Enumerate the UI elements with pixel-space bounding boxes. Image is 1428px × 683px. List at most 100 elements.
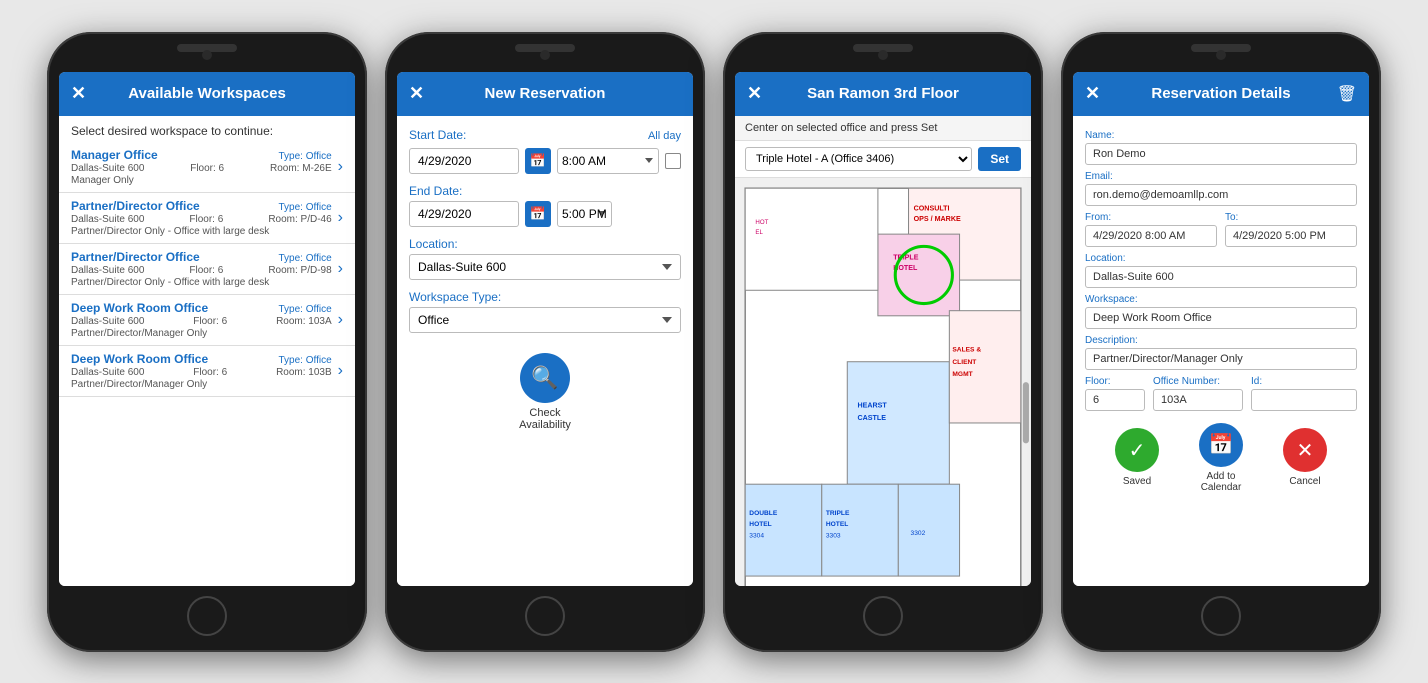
location-select[interactable]: Dallas-Suite 600 — [409, 254, 681, 280]
phone-3-content: Center on selected office and press Set … — [735, 116, 1031, 586]
ws-list-item[interactable]: Partner/Director Office Type: Office Dal… — [59, 244, 355, 295]
start-time-select[interactable]: 8:00 AM — [557, 148, 659, 174]
close-icon-2[interactable]: ✕ — [409, 83, 433, 104]
all-day-label[interactable]: All day — [648, 130, 681, 142]
phone-2-content: Start Date: All day 📅 8:00 AM — [397, 116, 693, 586]
ws-item-chevron-icon: › — [338, 209, 343, 227]
workspace-input[interactable] — [1085, 307, 1357, 329]
map-office-select-row: Triple Hotel - A (Office 3406) Set — [735, 141, 1031, 178]
map-hint: Center on selected office and press Set — [735, 116, 1031, 141]
end-date-input[interactable] — [409, 201, 519, 227]
floor-col: Floor: — [1085, 370, 1145, 411]
phone-3-home-btn[interactable] — [863, 596, 903, 636]
phone-1-home-btn[interactable] — [187, 596, 227, 636]
svg-text:HOT: HOT — [755, 218, 768, 225]
ws-item-chevron-icon: › — [338, 260, 343, 278]
new-reservation-form: Start Date: All day 📅 8:00 AM — [397, 116, 693, 463]
ws-list-item[interactable]: Manager Office Type: Office Dallas-Suite… — [59, 142, 355, 193]
saved-button[interactable]: ✓ — [1115, 428, 1159, 472]
phone-4-content: Name: Email: From: To: — [1073, 116, 1369, 586]
map-office-select[interactable]: Triple Hotel - A (Office 3406) — [745, 147, 972, 171]
phone-3-header: ✕ San Ramon 3rd Floor — [735, 72, 1031, 116]
add-calendar-btn-wrap: 📅 Add toCalendar — [1199, 423, 1243, 493]
ws-item-floor: Floor: 6 — [189, 214, 223, 225]
ws-item-type: Type: Office — [278, 304, 331, 315]
end-date-calendar-icon[interactable]: 📅 — [525, 201, 551, 227]
id-input[interactable] — [1251, 389, 1357, 411]
to-input[interactable] — [1225, 225, 1357, 247]
close-icon-1[interactable]: ✕ — [71, 83, 95, 104]
ws-item-location: Dallas-Suite 600 — [71, 316, 144, 327]
svg-text:3303: 3303 — [826, 532, 841, 539]
from-col: From: — [1085, 206, 1217, 247]
floor-map: CONSULTI OPS / MARKE TRIPLE HOTEL H — [735, 178, 1031, 586]
ws-list-item[interactable]: Partner/Director Office Type: Office Dal… — [59, 193, 355, 244]
ws-item-floor: Floor: 6 — [189, 265, 223, 276]
ws-item-room: Room: M-26E — [270, 163, 332, 174]
phones-container: ✕ Available Workspaces Select desired wo… — [47, 32, 1381, 652]
name-input[interactable] — [1085, 143, 1357, 165]
office-num-label: Office Number: — [1153, 376, 1243, 387]
ws-item-chevron-icon: › — [338, 311, 343, 329]
phone-4-title: Reservation Details — [1109, 85, 1333, 102]
ws-item-name: Partner/Director Office — [71, 250, 200, 264]
ws-item-location: Dallas-Suite 600 — [71, 265, 144, 276]
add-calendar-button[interactable]: 📅 — [1199, 423, 1243, 467]
from-input[interactable] — [1085, 225, 1217, 247]
floor-office-id-row: Floor: Office Number: Id: — [1085, 370, 1357, 411]
detail-location-input[interactable] — [1085, 266, 1357, 288]
ws-list-item[interactable]: Deep Work Room Office Type: Office Dalla… — [59, 295, 355, 346]
workspace-type-select[interactable]: Office — [409, 307, 681, 333]
cancel-btn-wrap: ✕ Cancel — [1283, 428, 1327, 487]
start-date-calendar-icon[interactable]: 📅 — [525, 148, 551, 174]
reservation-details-form: Name: Email: From: To: — [1073, 116, 1369, 507]
description-label: Description: — [1085, 335, 1357, 346]
all-day-checkbox[interactable] — [665, 153, 681, 169]
ws-item-room: Room: P/D-46 — [268, 214, 331, 225]
phone-2-screen: ✕ New Reservation Start Date: All day 📅 — [397, 72, 693, 586]
ws-item-name: Manager Office — [71, 148, 158, 162]
ws-item-content: Deep Work Room Office Type: Office Dalla… — [71, 301, 332, 339]
ws-item-name: Deep Work Room Office — [71, 352, 208, 366]
phone-2-home-btn[interactable] — [525, 596, 565, 636]
cancel-button[interactable]: ✕ — [1283, 428, 1327, 472]
end-time-group: 5:00 PM — [557, 201, 681, 227]
check-availability-button[interactable]: 🔍 CheckAvailability — [409, 353, 681, 431]
floor-input[interactable] — [1085, 389, 1145, 411]
close-icon-4[interactable]: ✕ — [1085, 83, 1109, 104]
phone-4-home-btn[interactable] — [1201, 596, 1241, 636]
phone-1-content: Select desired workspace to continue: Ma… — [59, 116, 355, 586]
description-input[interactable] — [1085, 348, 1357, 370]
floor-plan-svg: CONSULTI OPS / MARKE TRIPLE HOTEL H — [735, 178, 1031, 586]
start-date-row: 📅 8:00 AM — [409, 148, 681, 174]
set-button[interactable]: Set — [978, 147, 1021, 171]
email-input[interactable] — [1085, 184, 1357, 206]
start-date-label: Start Date: — [409, 128, 466, 142]
action-buttons-row: ✓ Saved 📅 Add toCalendar ✕ Cancel — [1085, 411, 1357, 499]
office-num-input[interactable] — [1153, 389, 1243, 411]
ws-item-chevron-icon: › — [338, 158, 343, 176]
ws-list-item[interactable]: Deep Work Room Office Type: Office Dalla… — [59, 346, 355, 397]
phone-2-header: ✕ New Reservation — [397, 72, 693, 116]
start-date-input[interactable] — [409, 148, 519, 174]
svg-text:HOTEL: HOTEL — [749, 521, 771, 528]
svg-text:TRIPLE: TRIPLE — [893, 253, 919, 261]
floor-label: Floor: — [1085, 376, 1145, 387]
ws-item-note: Partner/Director Only - Office with larg… — [71, 226, 332, 237]
add-calendar-label: Add toCalendar — [1201, 471, 1242, 493]
detail-location-label: Location: — [1085, 253, 1357, 264]
workspace-label: Workspace: — [1085, 294, 1357, 305]
to-label: To: — [1225, 212, 1357, 223]
delete-icon[interactable]: 🗑 — [1333, 84, 1357, 104]
office-num-col: Office Number: — [1153, 370, 1243, 411]
id-col: Id: — [1251, 370, 1357, 411]
ws-item-content: Manager Office Type: Office Dallas-Suite… — [71, 148, 332, 186]
svg-text:EL: EL — [755, 229, 763, 236]
svg-text:CONSULTI: CONSULTI — [914, 204, 950, 212]
end-time-select[interactable]: 5:00 PM — [557, 201, 612, 227]
ws-item-floor: Floor: 6 — [193, 367, 227, 378]
close-icon-3[interactable]: ✕ — [747, 83, 771, 104]
saved-label: Saved — [1123, 476, 1151, 487]
ws-item-room: Room: 103A — [276, 316, 332, 327]
workspace-type-label: Workspace Type: — [409, 290, 681, 304]
